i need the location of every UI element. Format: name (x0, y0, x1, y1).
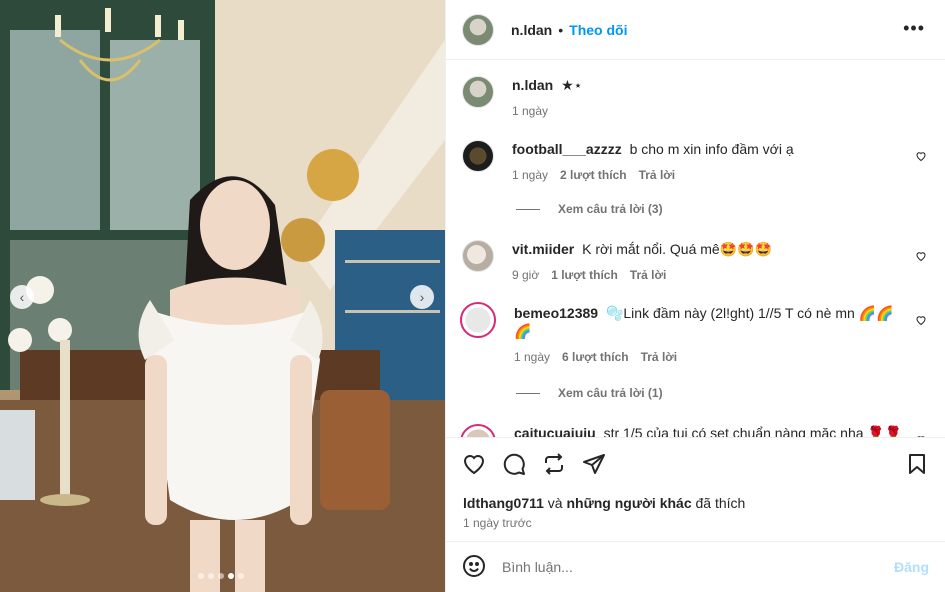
carousel-dot (228, 573, 234, 579)
comment-time: 1 ngày (514, 350, 551, 364)
post-panel: n.ldan • Theo dõi ••• n.ldan ★⋆ 1 ngày f… (445, 0, 945, 592)
post-actions: ldthang0711 và những người khác đã thích… (446, 437, 945, 541)
comment-username[interactable]: vit.miider (512, 241, 574, 257)
likes-suffix: đã thích (691, 495, 746, 511)
comment-username[interactable]: football___azzzz (512, 141, 622, 157)
next-slide-button[interactable]: › (410, 285, 434, 309)
reply-button[interactable]: Trả lời (639, 166, 676, 184)
caption: n.ldan ★⋆ 1 ngày (462, 76, 929, 120)
comments-list[interactable]: n.ldan ★⋆ 1 ngày football___azzzz b cho … (446, 60, 945, 437)
repost-icon[interactable] (542, 452, 566, 476)
like-icon[interactable] (462, 452, 486, 476)
replies-line (516, 392, 540, 394)
carousel-dot (218, 573, 224, 579)
share-icon[interactable] (582, 452, 606, 476)
author-avatar[interactable] (462, 13, 494, 46)
more-options-icon[interactable]: ••• (903, 18, 925, 39)
commenter-avatar[interactable] (460, 424, 496, 437)
post-header: n.ldan • Theo dõi ••• (446, 0, 945, 60)
comment-item: football___azzzz b cho m xin info đầm vớ… (462, 140, 929, 184)
caption-username[interactable]: n.ldan (512, 77, 553, 93)
comment-username[interactable]: caitucuaiuiu (514, 425, 596, 437)
commenter-avatar[interactable] (462, 240, 494, 272)
comment-likes[interactable]: 6 lượt thích (562, 348, 629, 366)
comment-time: 1 ngày (512, 168, 549, 182)
comment-item: caitucuaiuiu str 1/5 của tui có set chuẩ… (460, 424, 929, 437)
post-comment-button[interactable]: Đăng (894, 559, 929, 575)
commenter-avatar[interactable] (460, 302, 496, 338)
carousel-dot (238, 573, 244, 579)
replies-line (516, 208, 540, 210)
carousel-dots (198, 573, 244, 579)
prev-slide-button[interactable]: ‹ (10, 285, 34, 309)
view-replies-label: Xem câu trả lời (1) (558, 386, 663, 400)
add-comment-bar: Đăng (446, 541, 945, 592)
likes-others-link[interactable]: những người khác (567, 495, 692, 511)
post-photo[interactable]: ‹ › (0, 0, 445, 592)
comment-text: str 1/5 của tui có set chuẩn nàng mặc nh… (603, 425, 903, 437)
comment-time: 9 giờ (512, 268, 540, 282)
like-comment-icon[interactable] (915, 150, 927, 162)
view-replies-button[interactable]: Xem câu trả lời (1) (516, 386, 663, 400)
caption-time: 1 ngày (512, 104, 549, 118)
liker-username[interactable]: ldthang0711 (463, 495, 544, 511)
likes-connector: và (543, 495, 567, 511)
caption-avatar[interactable] (462, 76, 494, 108)
comment-item: vit.miider K rời mắt nổi. Quá mê🤩🤩🤩 9 gi… (462, 240, 929, 284)
view-replies-button[interactable]: Xem câu trả lời (3) (516, 202, 663, 216)
comment-username[interactable]: bemeo12389 (514, 305, 598, 321)
header-separator: • (558, 21, 564, 38)
follow-button[interactable]: Theo dõi (569, 22, 627, 38)
commenter-avatar[interactable] (462, 140, 494, 172)
emoji-icon[interactable] (462, 554, 486, 581)
comment-likes[interactable]: 1 lượt thích (551, 266, 618, 284)
caption-text: ★⋆ (561, 77, 583, 93)
like-comment-icon[interactable] (915, 314, 927, 326)
comment-input[interactable] (502, 559, 894, 575)
bookmark-icon[interactable] (905, 452, 929, 476)
post-timestamp[interactable]: 1 ngày trước (463, 516, 532, 530)
comment-text: b cho m xin info đầm với ạ (629, 141, 794, 157)
view-replies-label: Xem câu trả lời (3) (558, 202, 663, 216)
reply-button[interactable]: Trả lời (630, 266, 667, 284)
author-username[interactable]: n.ldan (511, 22, 552, 38)
likes-summary: ldthang0711 và những người khác đã thích (463, 495, 745, 511)
comment-item: bemeo12389 🫧Link đầm này (2l!ght) 1//5 T… (460, 302, 929, 366)
photo-illustration (0, 0, 445, 592)
comment-likes[interactable]: 2 lượt thích (560, 166, 627, 184)
carousel-dot (208, 573, 214, 579)
comment-icon[interactable] (502, 452, 526, 476)
comment-text: K rời mắt nổi. Quá mê🤩🤩🤩 (582, 241, 772, 257)
carousel-dot (198, 573, 204, 579)
reply-button[interactable]: Trả lời (641, 348, 678, 366)
like-comment-icon[interactable] (915, 250, 927, 262)
